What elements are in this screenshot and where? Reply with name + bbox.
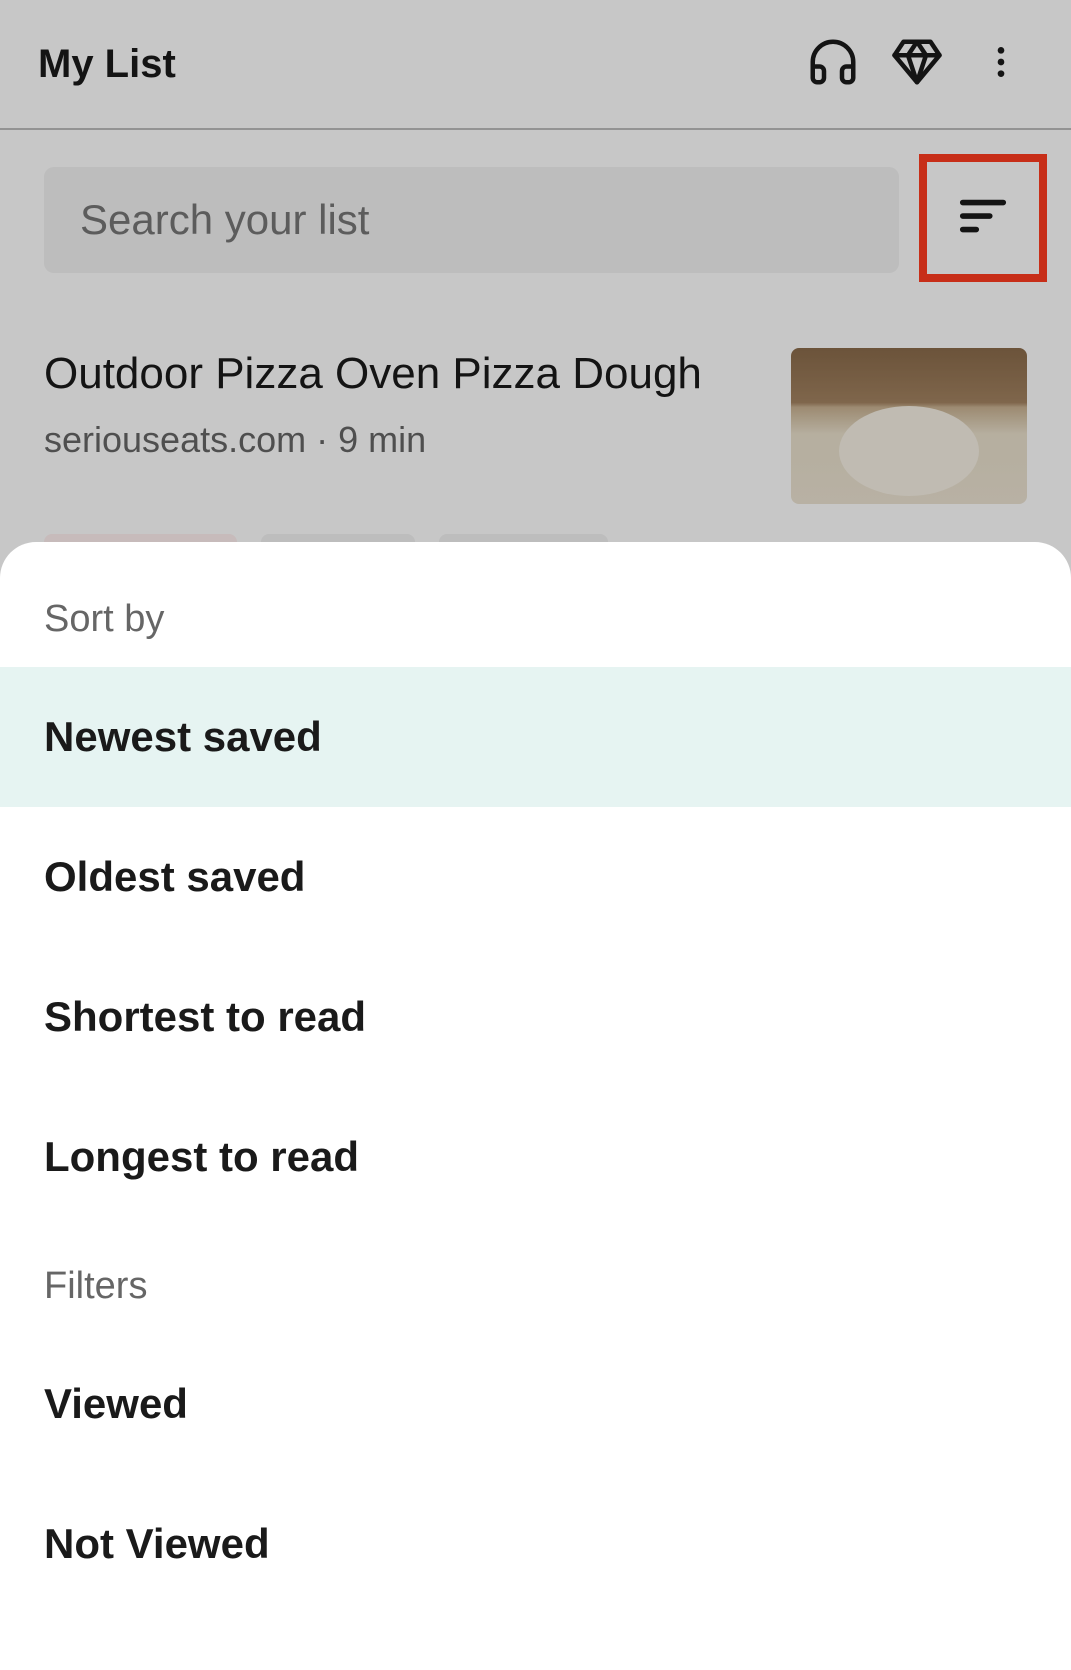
meta-separator: · bbox=[306, 419, 338, 460]
header-divider bbox=[0, 128, 1071, 130]
filters-section-label: Filters bbox=[0, 1243, 1071, 1334]
headphones-icon bbox=[806, 35, 860, 94]
page-title: My List bbox=[38, 42, 781, 87]
listen-button[interactable] bbox=[801, 32, 865, 96]
search-row bbox=[0, 128, 1071, 304]
sort-button[interactable] bbox=[927, 162, 1039, 274]
sort-option-shortest-to-read[interactable]: Shortest to read bbox=[0, 947, 1071, 1087]
more-menu-button[interactable] bbox=[969, 32, 1033, 96]
article-card[interactable]: Outdoor Pizza Oven Pizza Dough seriousea… bbox=[0, 304, 1071, 504]
sort-option-oldest-saved[interactable]: Oldest saved bbox=[0, 807, 1071, 947]
sort-filter-sheet: Sort by Newest saved Oldest saved Shorte… bbox=[0, 542, 1071, 1670]
sort-option-newest-saved[interactable]: Newest saved bbox=[0, 667, 1071, 807]
diamond-icon bbox=[890, 35, 944, 94]
article-title: Outdoor Pizza Oven Pizza Dough bbox=[44, 348, 763, 401]
article-info: Outdoor Pizza Oven Pizza Dough seriousea… bbox=[44, 348, 763, 504]
article-read-time: 9 min bbox=[338, 419, 426, 460]
filter-option-not-viewed[interactable]: Not Viewed bbox=[0, 1474, 1071, 1614]
premium-button[interactable] bbox=[885, 32, 949, 96]
article-thumbnail bbox=[791, 348, 1027, 504]
sort-section-label: Sort by bbox=[0, 576, 1071, 667]
search-input[interactable] bbox=[44, 167, 899, 273]
sort-button-highlight bbox=[919, 154, 1047, 282]
sort-icon bbox=[956, 189, 1010, 248]
article-meta: seriouseats.com · 9 min bbox=[44, 419, 763, 461]
filter-option-viewed[interactable]: Viewed bbox=[0, 1334, 1071, 1474]
app-header: My List bbox=[0, 0, 1071, 128]
more-vertical-icon bbox=[981, 42, 1021, 87]
sort-option-longest-to-read[interactable]: Longest to read bbox=[0, 1087, 1071, 1227]
article-source: seriouseats.com bbox=[44, 419, 306, 460]
